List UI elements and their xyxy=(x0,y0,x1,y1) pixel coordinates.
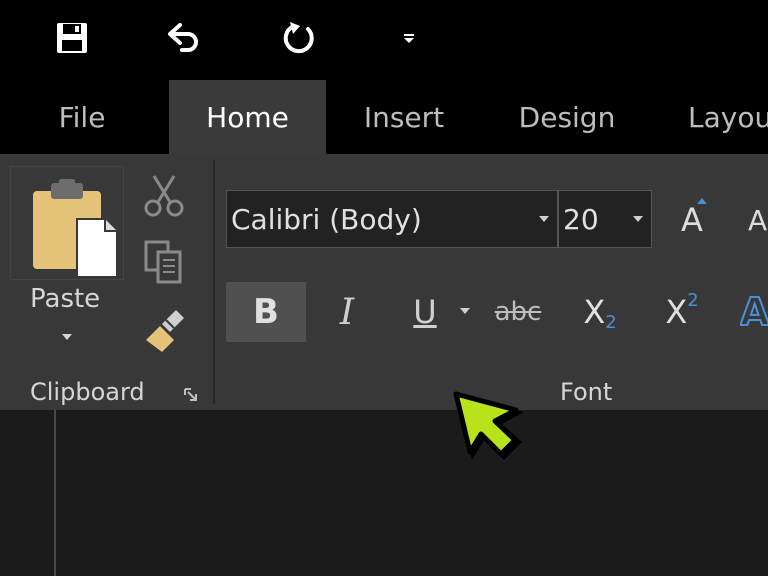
paste-dropdown-icon[interactable] xyxy=(60,332,74,342)
tab-insert[interactable]: Insert xyxy=(350,80,458,154)
strikethrough-label: abc xyxy=(494,297,542,327)
bold-button[interactable]: B xyxy=(226,282,306,342)
quick-access-toolbar xyxy=(0,0,768,80)
group-divider xyxy=(213,160,215,404)
chevron-down-icon[interactable] xyxy=(633,216,643,222)
ribbon-tabs: File Home Insert Design Layou xyxy=(0,80,768,154)
bold-label: B xyxy=(253,292,279,332)
text-effects-label: A xyxy=(740,289,768,335)
grow-arrow-icon xyxy=(697,198,707,204)
superscript-button[interactable]: X 2 xyxy=(654,282,710,342)
text-effects-button[interactable]: A xyxy=(740,282,768,342)
italic-label: I xyxy=(339,291,355,333)
subscript-base-label: X xyxy=(583,293,606,331)
subscript-digit-label: 2 xyxy=(605,311,617,333)
superscript-base-label: X xyxy=(665,293,688,331)
underline-dropdown-icon[interactable] xyxy=(458,306,472,316)
scissors-icon xyxy=(144,175,184,217)
grow-font-button[interactable]: A xyxy=(670,196,714,244)
tab-design[interactable]: Design xyxy=(506,80,628,154)
font-size-value: 20 xyxy=(563,202,599,236)
redo-button[interactable] xyxy=(279,18,319,58)
shrink-font-label: A xyxy=(748,203,768,237)
format-painter-button[interactable] xyxy=(140,310,190,356)
tab-file[interactable]: File xyxy=(40,80,124,154)
font-name-combobox[interactable]: Calibri (Body) xyxy=(226,190,558,248)
paintbrush-icon xyxy=(146,310,184,352)
font-group-label: Font xyxy=(560,378,613,406)
redo-icon xyxy=(283,22,314,54)
ribbon-panel: Paste Clipboard Calibri (Body) 20 A A B … xyxy=(0,154,768,410)
copy-button[interactable] xyxy=(142,238,186,286)
save-icon xyxy=(57,23,87,53)
vertical-ruler xyxy=(54,410,56,576)
italic-button[interactable]: I xyxy=(322,282,372,342)
paste-label: Paste xyxy=(30,284,101,314)
tab-home[interactable]: Home xyxy=(169,80,326,154)
customize-toolbar-button[interactable] xyxy=(389,18,429,58)
chevron-down-icon[interactable] xyxy=(539,216,549,222)
undo-icon xyxy=(168,23,198,52)
tab-insert-label: Insert xyxy=(363,100,445,134)
superscript-digit-label: 2 xyxy=(687,289,699,311)
strikethrough-button[interactable]: abc xyxy=(486,282,550,342)
customize-dropdown-icon xyxy=(404,34,414,43)
shrink-font-button[interactable]: A xyxy=(748,196,768,244)
mouse-cursor-icon xyxy=(453,391,524,460)
font-size-combobox[interactable]: 20 xyxy=(558,190,652,248)
dialog-launcher-icon[interactable] xyxy=(183,387,199,403)
clipboard-paste-icon xyxy=(33,179,118,278)
copy-icon xyxy=(144,240,182,284)
underline-button[interactable]: U xyxy=(400,282,450,342)
save-button[interactable] xyxy=(52,18,92,58)
cut-button[interactable] xyxy=(140,172,188,220)
undo-button[interactable] xyxy=(164,18,204,58)
tab-home-label: Home xyxy=(206,100,289,134)
paste-button[interactable] xyxy=(10,166,124,280)
underline-label: U xyxy=(413,293,437,331)
tab-layout-label: Layou xyxy=(688,100,768,134)
document-area[interactable] xyxy=(0,410,768,576)
clipboard-group-label: Clipboard xyxy=(30,378,145,406)
font-name-value: Calibri (Body) xyxy=(231,202,422,236)
tab-file-label: File xyxy=(58,100,106,134)
tab-design-label: Design xyxy=(518,100,616,134)
grow-font-label: A xyxy=(681,201,703,239)
subscript-button[interactable]: X 2 xyxy=(572,282,628,342)
tab-layout[interactable]: Layou xyxy=(688,80,768,154)
